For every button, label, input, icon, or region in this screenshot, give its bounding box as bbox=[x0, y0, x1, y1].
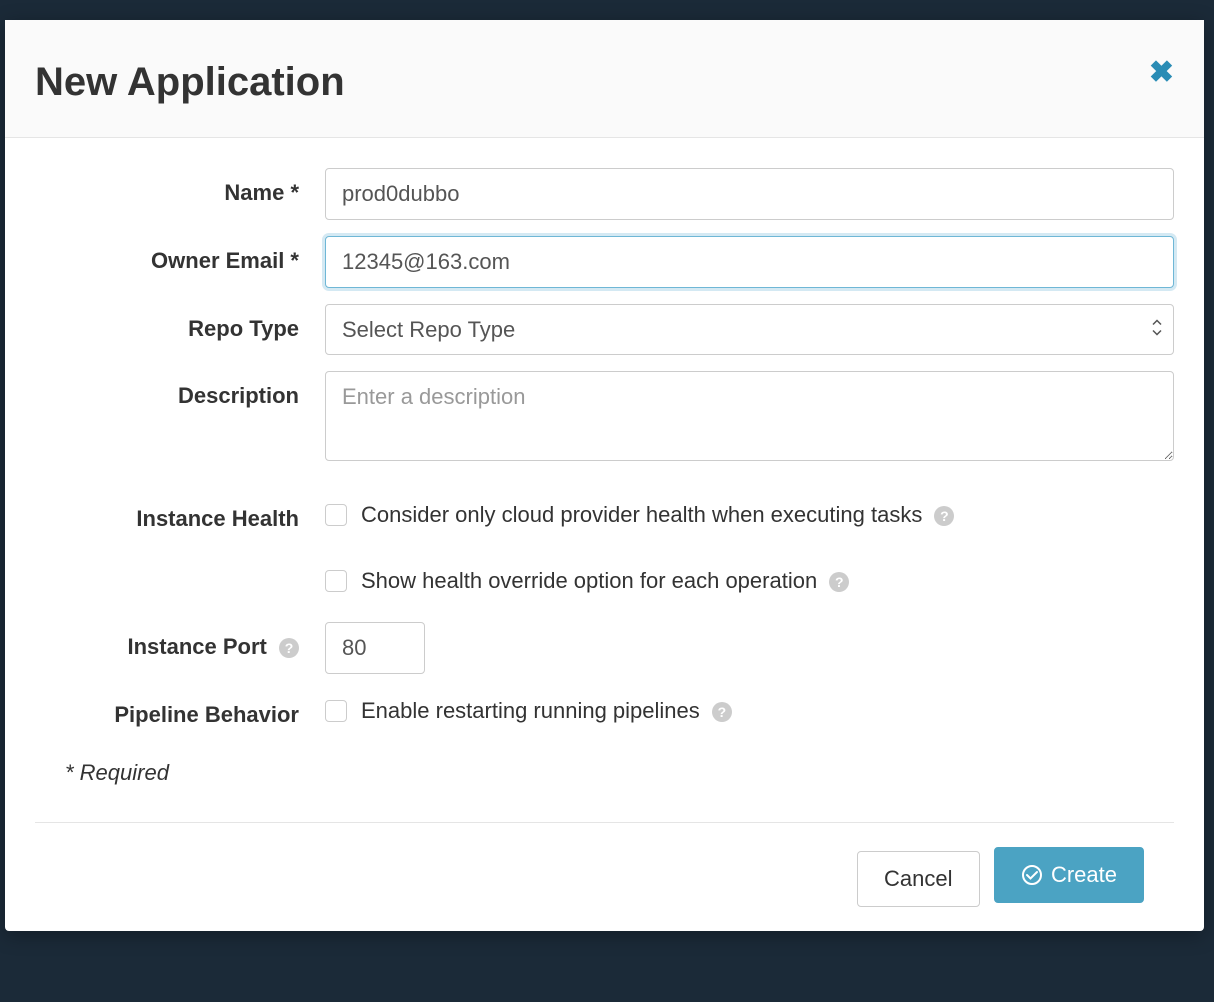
modal-header: New Application ✖ bbox=[5, 20, 1204, 138]
instance-port-label: Instance Port ? bbox=[35, 622, 325, 660]
help-icon[interactable]: ? bbox=[934, 506, 954, 526]
instance-port-input[interactable] bbox=[325, 622, 425, 674]
cancel-button[interactable]: Cancel bbox=[857, 851, 979, 907]
modal-footer: Cancel Create bbox=[35, 822, 1174, 931]
create-button[interactable]: Create bbox=[994, 847, 1144, 903]
name-label: Name * bbox=[35, 168, 325, 206]
modal-body: Name * Owner Email * Repo Type Select bbox=[5, 138, 1204, 931]
help-icon[interactable]: ? bbox=[279, 638, 299, 658]
pipeline-behavior-label: Pipeline Behavior bbox=[35, 690, 325, 728]
new-application-modal: New Application ✖ Name * Owner Email * R… bbox=[5, 20, 1204, 931]
pipeline-restart-label: Enable restarting running pipelines ? bbox=[361, 698, 732, 724]
cloud-health-checkbox[interactable] bbox=[325, 504, 347, 526]
modal-title: New Application bbox=[35, 60, 1174, 105]
name-input[interactable] bbox=[325, 168, 1174, 220]
cloud-health-label: Consider only cloud provider health when… bbox=[361, 502, 954, 528]
description-label: Description bbox=[35, 371, 325, 409]
required-note: * Required bbox=[65, 760, 1174, 786]
check-circle-icon bbox=[1021, 864, 1043, 886]
owner-email-label: Owner Email * bbox=[35, 236, 325, 274]
description-textarea[interactable] bbox=[325, 371, 1174, 461]
repo-type-select[interactable]: Select Repo Type bbox=[325, 304, 1174, 355]
pipeline-restart-checkbox[interactable] bbox=[325, 700, 347, 722]
help-icon[interactable]: ? bbox=[712, 702, 732, 722]
health-override-checkbox[interactable] bbox=[325, 570, 347, 592]
repo-type-label: Repo Type bbox=[35, 304, 325, 342]
instance-health-label: Instance Health bbox=[35, 494, 325, 532]
owner-email-input[interactable] bbox=[325, 236, 1174, 288]
health-override-label: Show health override option for each ope… bbox=[361, 568, 849, 594]
help-icon[interactable]: ? bbox=[829, 572, 849, 592]
close-icon[interactable]: ✖ bbox=[1149, 58, 1174, 88]
